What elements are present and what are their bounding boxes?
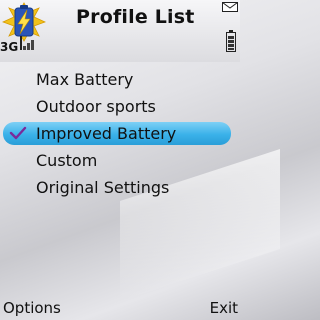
page-title: Profile List (76, 6, 195, 28)
softkey-bar: Options Exit (0, 296, 240, 320)
list-item-selected[interactable]: Improved Battery (0, 120, 240, 147)
list-item-label: Original Settings (36, 178, 170, 197)
list-item-label: Custom (36, 151, 98, 170)
list-item[interactable]: Custom (0, 147, 240, 174)
envelope-icon (222, 2, 238, 12)
list-item[interactable]: Outdoor sports (0, 93, 240, 120)
profile-list: Max Battery Outdoor sports Improved Batt… (0, 66, 240, 201)
list-item[interactable]: Original Settings (0, 174, 240, 201)
list-item[interactable]: Max Battery (0, 66, 240, 93)
list-item-label: Improved Battery (36, 124, 177, 143)
list-item-label: Max Battery (36, 70, 134, 89)
options-softkey[interactable]: Options (3, 299, 61, 317)
checkmark-icon (9, 120, 27, 147)
list-item-label: Outdoor sports (36, 97, 156, 116)
network-type: 3G (0, 40, 19, 54)
exit-softkey[interactable]: Exit (210, 299, 238, 317)
signal-bars-icon (20, 36, 38, 50)
title-bar: Profile List 3G (0, 0, 240, 62)
battery-level-icon (226, 30, 236, 52)
